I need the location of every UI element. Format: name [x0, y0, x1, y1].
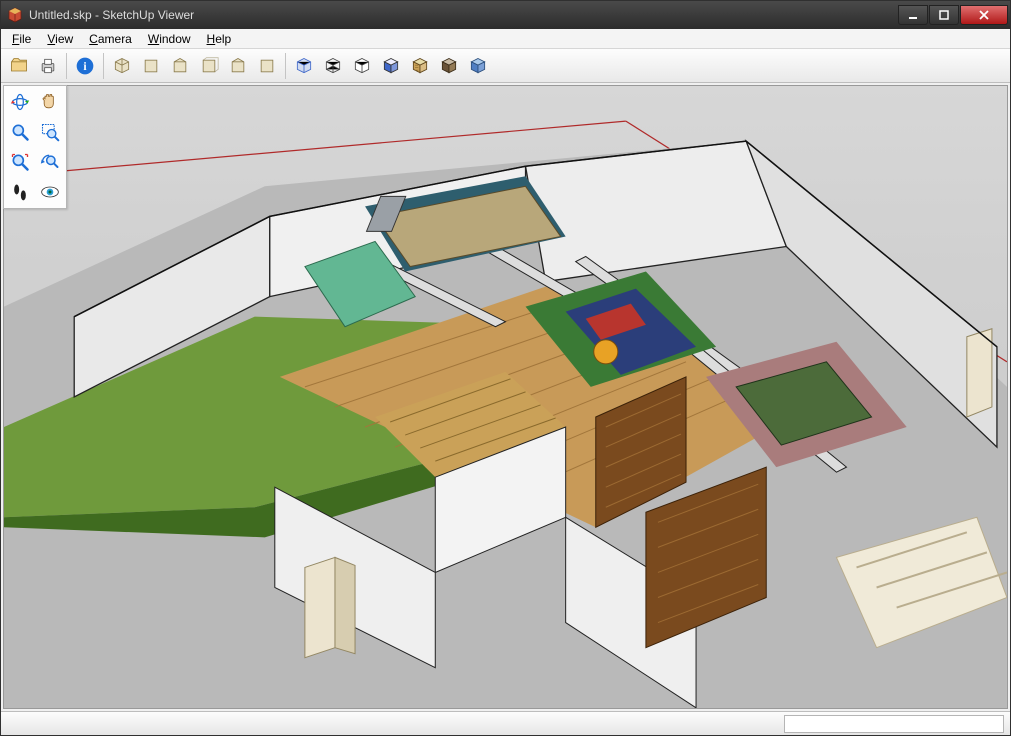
monochrome-button[interactable] [435, 52, 463, 80]
print-button[interactable] [34, 52, 62, 80]
toolbar-separator [66, 53, 67, 79]
orbit-button[interactable] [6, 88, 34, 116]
window-title: Untitled.skp - SketchUp Viewer [29, 8, 194, 22]
pan-button[interactable] [36, 88, 64, 116]
shaded-button[interactable] [377, 52, 405, 80]
zoom-window-button[interactable] [36, 118, 64, 146]
right-view-button[interactable] [195, 52, 223, 80]
model-render [4, 86, 1007, 709]
content-area [1, 83, 1010, 711]
walk-button[interactable] [6, 178, 34, 206]
window-controls [898, 5, 1008, 25]
maximize-button[interactable] [929, 5, 959, 25]
wireframe-button[interactable] [319, 52, 347, 80]
titlebar: Untitled.skp - SketchUp Viewer [1, 1, 1010, 29]
menu-window[interactable]: Window [141, 31, 198, 47]
menu-file[interactable]: File [5, 31, 38, 47]
measurements-field[interactable] [784, 715, 1004, 733]
statusbar [1, 711, 1010, 735]
main-toolbar: i [1, 49, 1010, 83]
zoom-button[interactable] [6, 118, 34, 146]
menu-view[interactable]: View [40, 31, 80, 47]
face-styles-group [290, 52, 492, 80]
toolbar-separator [285, 53, 286, 79]
xray-button[interactable] [290, 52, 318, 80]
top-view-button[interactable] [137, 52, 165, 80]
camera-tools-palette[interactable] [3, 85, 67, 209]
hidden-line-button[interactable] [348, 52, 376, 80]
left-view-button[interactable] [253, 52, 281, 80]
menu-camera[interactable]: Camera [82, 31, 139, 47]
look-around-button[interactable] [36, 178, 64, 206]
previous-view-button[interactable] [36, 148, 64, 176]
viewport-3d[interactable] [3, 85, 1008, 709]
iso-view-button[interactable] [108, 52, 136, 80]
toolbar-separator [103, 53, 104, 79]
minimize-button[interactable] [898, 5, 928, 25]
app-icon [7, 7, 23, 23]
front-view-button[interactable] [166, 52, 194, 80]
menubar: File View Camera Window Help [1, 29, 1010, 49]
zoom-extents-button[interactable] [6, 148, 34, 176]
file-group [5, 52, 62, 80]
open-button[interactable] [5, 52, 33, 80]
standard-views-group [108, 52, 281, 80]
close-button[interactable] [960, 5, 1008, 25]
back-view-button[interactable] [224, 52, 252, 80]
shaded-textures-button[interactable] [406, 52, 434, 80]
color-by-layer-button[interactable] [464, 52, 492, 80]
app-window: Untitled.skp - SketchUp Viewer File View… [0, 0, 1011, 736]
model-info-button[interactable]: i [71, 52, 99, 80]
menu-help[interactable]: Help [200, 31, 239, 47]
